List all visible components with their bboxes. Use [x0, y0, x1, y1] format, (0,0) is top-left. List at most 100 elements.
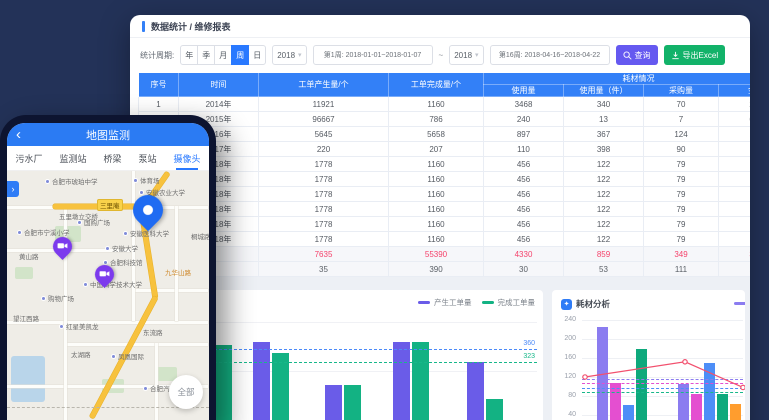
table-cell: 70 [644, 97, 719, 112]
table-cell: 1778 [259, 187, 389, 202]
legend-swatch [418, 301, 430, 304]
export-excel-button[interactable]: 导出Excel [664, 45, 726, 65]
table-cell: 398 [564, 142, 644, 157]
period-option[interactable]: 季 [197, 45, 215, 65]
period-option[interactable]: 年 [180, 45, 198, 65]
chevron-down-icon: ▾ [475, 51, 479, 59]
bar [486, 399, 503, 420]
query-label: 查询 [635, 50, 651, 61]
table-row: 42017年2202071103989019 [139, 142, 751, 157]
clipped-legend-swatch [734, 302, 745, 305]
report-table: 序号 时间 工单产生量/个 工单完成量/个 耗材情况 使用量使用量（件）采购量金… [138, 72, 750, 277]
show-all-button[interactable]: 全部 [169, 375, 203, 409]
col-group-header: 耗材情况 [484, 73, 751, 85]
table-cell: 456 [484, 187, 564, 202]
export-label: 导出Excel [683, 50, 719, 61]
period-option[interactable]: 月 [214, 45, 232, 65]
poi-dot [133, 178, 138, 183]
expand-panel-button[interactable]: › [7, 181, 19, 197]
table-cell: 67 [719, 217, 751, 232]
start-week-value: 第1周: 2018-01-01~2018-01-07 [324, 50, 421, 60]
breadcrumb: 数据统计 / 维修报表 [151, 20, 231, 33]
table-cell: 3468 [484, 97, 564, 112]
bar [412, 342, 429, 420]
bar [393, 342, 410, 420]
video-camera-icon [99, 270, 109, 278]
table-cell: 456 [484, 232, 564, 247]
sub-col-header: 使用量 [484, 85, 564, 97]
table-cell: 67 [719, 232, 751, 247]
legend-label: 产生工单量 [434, 297, 472, 308]
table-cell: 122 [564, 172, 644, 187]
reference-label: 360 [523, 340, 535, 347]
table-cell: 79 [644, 202, 719, 217]
average-row: 平均值353903053111140 [139, 262, 751, 277]
average-cell: 35 [259, 262, 389, 277]
bar [467, 362, 484, 420]
phone-tab[interactable]: 摄像头 [171, 146, 202, 170]
start-week-input[interactable]: 第1周: 2018-01-01~2018-01-07 [313, 45, 433, 65]
sub-col-header: 采购量 [644, 85, 719, 97]
line-marker [741, 385, 745, 389]
legend-item[interactable]: 产生工单量 [418, 297, 472, 308]
map-label: 东流路 [143, 327, 163, 337]
table-row: 92018年177811604561227967 [139, 217, 751, 232]
bar [215, 345, 232, 420]
poi-dot [45, 179, 50, 184]
end-week-value: 第16周: 2018-04-16~2018-04-22 [499, 50, 600, 60]
query-button[interactable]: 查询 [616, 45, 658, 65]
map-label: 望江西路 [13, 313, 39, 323]
sub-col-header: 使用量（件） [564, 85, 644, 97]
col-header-created: 工单产生量/个 [259, 73, 389, 97]
search-icon [623, 51, 632, 60]
map-label: 凤凰国际 [111, 351, 144, 361]
table-row: 62018年177811604561227967 [139, 172, 751, 187]
map-label: 国购广场 [77, 217, 110, 227]
legend-label: 完成工单量 [498, 297, 536, 308]
table-cell: 19 [719, 142, 751, 157]
phone-tab[interactable]: 桥梁 [101, 146, 123, 170]
bar [344, 385, 361, 420]
table-row: 102018年177811604561227967 [139, 232, 751, 247]
table-cell: 5658 [389, 127, 484, 142]
poi-dot [59, 324, 64, 329]
table-cell: 110 [484, 142, 564, 157]
table-cell: 124 [644, 127, 719, 142]
total-cell: 7635 [259, 247, 389, 262]
sub-col-header: 金额 [719, 85, 751, 97]
phone-tab-bar: 污水厂监测站桥梁泵站摄像头 [7, 146, 209, 171]
table-row: 22015年96667786240137650 [139, 112, 751, 127]
poi-dot [77, 220, 82, 225]
average-cell: 30 [484, 262, 564, 277]
map-label: 安徽大学 [105, 243, 138, 253]
legend-swatch [482, 301, 494, 304]
end-week-input[interactable]: 第16周: 2018-04-16~2018-04-22 [490, 45, 610, 65]
park-area [15, 267, 33, 279]
table-cell: 1778 [259, 232, 389, 247]
poi-dot [143, 386, 148, 391]
map-canvas[interactable]: 合肥市琥珀中学体育场安徽农业大学五里墩立交桥合肥市宁溪小学安徽医科大学国购广场安… [7, 171, 209, 420]
table-cell: 786 [389, 112, 484, 127]
back-icon[interactable]: ‹ [16, 124, 21, 145]
water-area [11, 356, 45, 402]
phone-tab[interactable]: 监测站 [57, 146, 88, 170]
table-cell: 456 [484, 217, 564, 232]
map-label: 黄山路 [19, 251, 39, 261]
table-cell: 240 [484, 112, 564, 127]
breadcrumb-row: 数据统计 / 维修报表 [130, 15, 750, 38]
map-label: 中国科学技术大学 [83, 279, 142, 289]
table-cell: 1160 [389, 232, 484, 247]
table-cell: 1160 [389, 172, 484, 187]
phone-tab[interactable]: 污水厂 [13, 146, 44, 170]
phone-tab[interactable]: 泵站 [136, 146, 158, 170]
start-year-select[interactable]: 2018 ▾ [272, 45, 306, 65]
legend-item[interactable]: 完成工单量 [482, 297, 536, 308]
table-cell: 220 [259, 142, 389, 157]
table-cell: 90 [644, 142, 719, 157]
table-cell: 13 [564, 112, 644, 127]
end-year-select[interactable]: 2018 ▾ [449, 45, 483, 65]
map-label: 合肥市琥珀中学 [45, 176, 98, 186]
average-cell: 111 [644, 262, 719, 277]
period-option[interactable]: 周 [231, 45, 249, 65]
period-option[interactable]: 日 [248, 45, 266, 65]
